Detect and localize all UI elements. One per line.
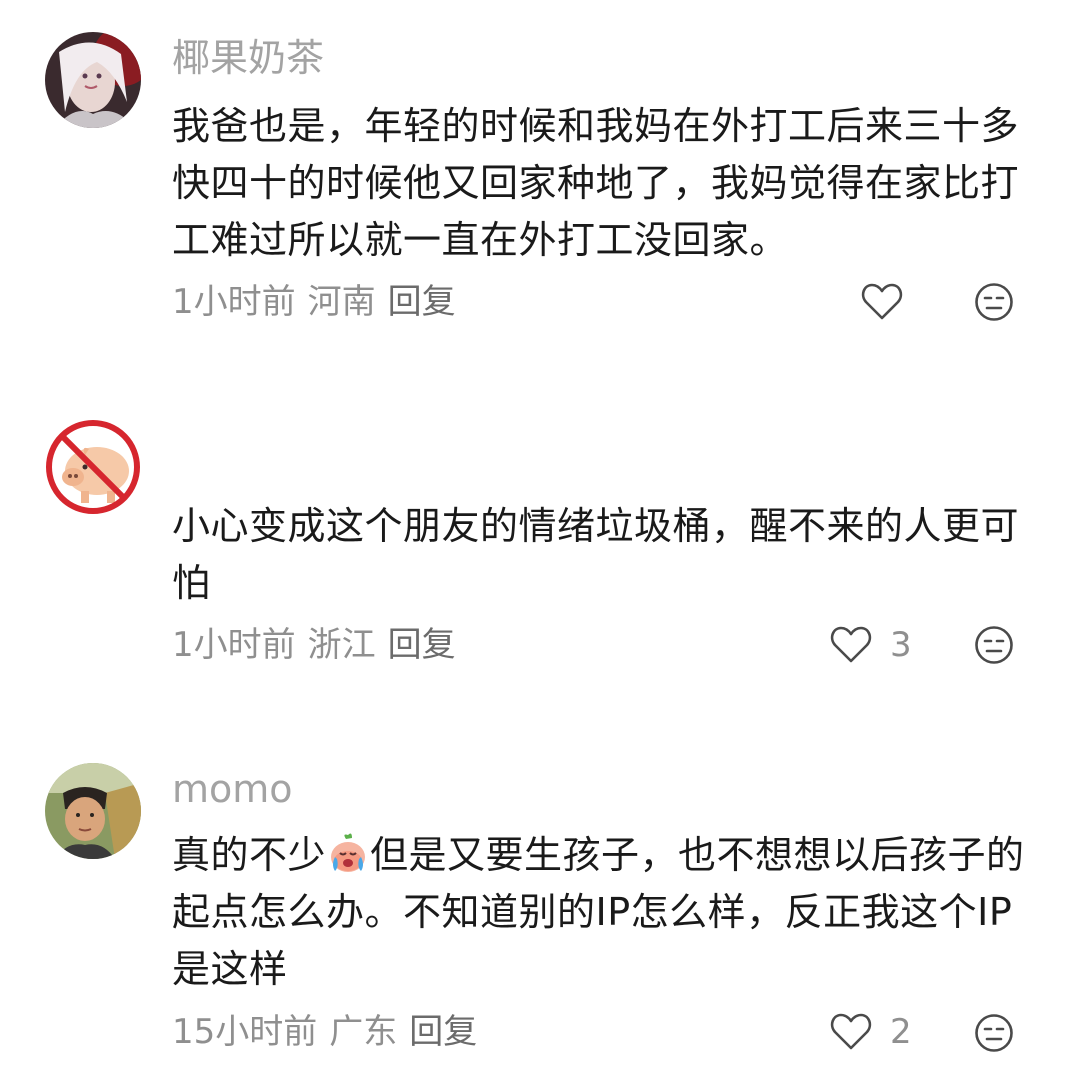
comment-text: 小心变成这个朋友的情绪垃圾桶，醒不来的人更可怕 bbox=[172, 504, 1020, 605]
avatar[interactable] bbox=[45, 32, 141, 128]
comment-text: 我爸也是，年轻的时候和我妈在外打工后来三十多快四十的时候他又回家种地了，我妈觉得… bbox=[172, 104, 1020, 262]
avatar[interactable] bbox=[45, 763, 141, 859]
comment-location: 浙江 bbox=[307, 625, 376, 665]
comment-time: 1小时前 bbox=[172, 625, 296, 665]
comment-time: 15小时前 bbox=[172, 1012, 318, 1052]
comment-meta: 1小时前 河南 回复 bbox=[172, 282, 468, 322]
neutral-face-icon[interactable] bbox=[974, 625, 1014, 665]
reply-button[interactable]: 回复 bbox=[388, 282, 456, 322]
comment-time: 1小时前 bbox=[172, 282, 296, 322]
comment-text: 真的不少 但是又要生孩子，也不想想以后孩子的起点怎么办。不知道别的IP怎么样，反… bbox=[172, 827, 1032, 998]
crying-peach-emoji bbox=[331, 833, 366, 872]
like-count: 3 bbox=[890, 625, 912, 665]
comment-meta: 1小时前 浙江 回复 bbox=[172, 625, 468, 665]
avatar[interactable] bbox=[45, 419, 141, 515]
heart-outline-icon bbox=[861, 283, 903, 320]
comment-meta: 15小时前 广东 回复 bbox=[172, 1012, 489, 1052]
reply-button[interactable]: 回复 bbox=[388, 625, 456, 665]
username[interactable]: momo bbox=[172, 767, 293, 811]
like-button[interactable]: 2 bbox=[830, 1010, 912, 1054]
like-button[interactable] bbox=[861, 280, 921, 324]
username[interactable]: 椰果奶茶 bbox=[172, 36, 324, 80]
heart-outline-icon bbox=[830, 626, 872, 663]
reply-button[interactable]: 回复 bbox=[409, 1012, 477, 1052]
neutral-face-icon[interactable] bbox=[974, 282, 1014, 322]
heart-outline-icon bbox=[830, 1013, 872, 1050]
comment-text-part: 真的不少 bbox=[172, 833, 327, 877]
like-count: 2 bbox=[890, 1012, 912, 1052]
like-button[interactable]: 3 bbox=[830, 623, 912, 667]
comment-location: 广东 bbox=[329, 1012, 398, 1052]
neutral-face-icon[interactable] bbox=[974, 1013, 1014, 1053]
comment-location: 河南 bbox=[307, 282, 376, 322]
